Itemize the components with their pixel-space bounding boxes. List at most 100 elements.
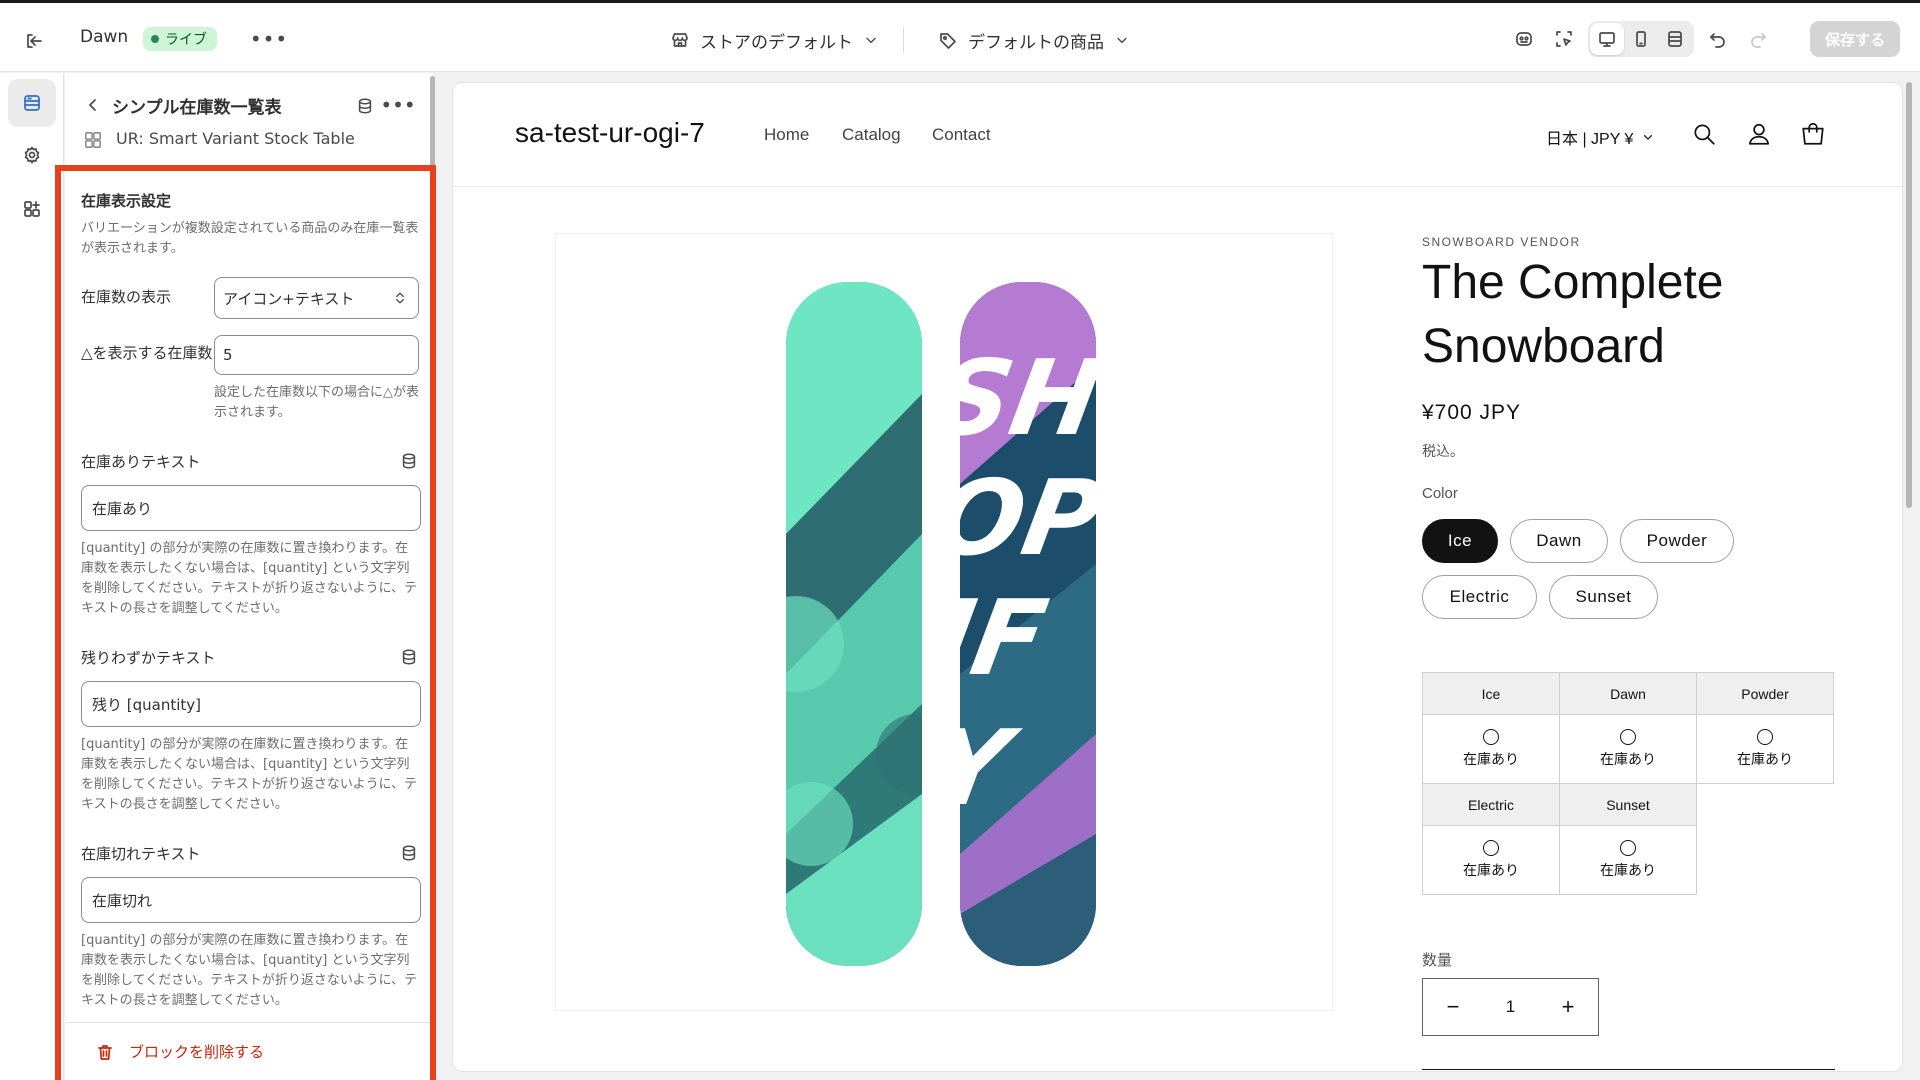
stock-header-sunset: Sunset: [1559, 783, 1697, 826]
database-icon[interactable]: [397, 449, 421, 473]
store-icon: [670, 30, 690, 50]
store-logo-text[interactable]: sa-test-ur-ogi-7: [515, 117, 705, 149]
editor-topbar: Dawn ライブ ••• ストアのデフォルト デフォルトの商品 保存する: [0, 0, 1920, 72]
threshold-help: 設定した在庫数以下の場合に△が表示されます。: [214, 385, 419, 420]
sections-icon[interactable]: [8, 79, 56, 127]
add-to-cart-button[interactable]: [1422, 1069, 1835, 1071]
inspector-icon[interactable]: [1548, 22, 1580, 56]
locale-label: 日本 | JPY ¥: [1546, 131, 1634, 148]
preview-scrollbar[interactable]: [1906, 82, 1912, 508]
color-pill-dawn[interactable]: Dawn: [1510, 519, 1608, 563]
fullscreen-icon[interactable]: [1658, 23, 1692, 55]
color-pill-sunset[interactable]: Sunset: [1549, 575, 1658, 619]
color-pill-electric[interactable]: Electric: [1422, 575, 1537, 619]
stock-status: 在庫あり: [1600, 751, 1656, 767]
stock-header-electric: Electric: [1422, 783, 1560, 826]
database-icon[interactable]: [352, 93, 378, 119]
product-image[interactable]: SH OP IF Y: [555, 233, 1333, 1011]
storefront-preview: sa-test-ur-ogi-7 Home Catalog Contact 日本…: [452, 82, 1903, 1072]
product-title: The Complete Snowboard: [1422, 256, 1724, 373]
out-stock-field-head: 在庫切れテキスト: [81, 841, 421, 865]
live-dot-icon: [151, 35, 159, 43]
stock-empty-cell: [1697, 784, 1834, 826]
cart-icon[interactable]: [1796, 117, 1830, 151]
product-vendor: SNOWBOARD VENDOR: [1422, 235, 1581, 249]
store-template-selector[interactable]: ストアのデフォルト: [670, 25, 879, 55]
app-block-icon: [83, 130, 103, 150]
color-pill-ice[interactable]: Ice: [1422, 519, 1498, 563]
tax-note: 税込。: [1422, 443, 1464, 459]
stock-cell-sunset: 在庫あり: [1559, 825, 1697, 895]
block-title: シンプル在庫数一覧表: [112, 98, 282, 118]
database-icon[interactable]: [397, 645, 421, 669]
section-description: バリエーションが複数設定されている商品のみ在庫一覧表が表示されます。: [81, 221, 419, 256]
variant-stock-table: Ice Dawn Powder 在庫あり 在庫あり 在庫あり Electric …: [1422, 672, 1834, 895]
exit-icon[interactable]: [20, 27, 48, 55]
product-template-label: デフォルトの商品: [968, 32, 1104, 53]
quantity-increase-button[interactable]: +: [1556, 994, 1580, 1020]
select-chevron-icon: [392, 290, 408, 306]
in-stock-circle-icon: [1620, 729, 1636, 745]
block-more-button[interactable]: •••: [380, 91, 415, 119]
back-arrow-icon[interactable]: [79, 91, 107, 119]
database-icon[interactable]: [397, 841, 421, 865]
in-stock-circle-icon: [1483, 840, 1499, 856]
threshold-row: △を表示する在庫数 5 設定した在庫数以下の場合に△が表示されます。: [81, 335, 421, 423]
mobile-view-icon[interactable]: [1624, 23, 1658, 55]
nav-contact[interactable]: Contact: [932, 125, 991, 145]
stock-cell-ice: 在庫あり: [1422, 714, 1560, 784]
quantity-decrease-button[interactable]: −: [1441, 994, 1465, 1020]
product-template-selector[interactable]: デフォルトの商品: [938, 25, 1130, 55]
in-stock-circle-icon: [1620, 840, 1636, 856]
chevron-down-icon: [1641, 130, 1655, 144]
stock-status: 在庫あり: [1463, 862, 1519, 878]
stock-status: 在庫あり: [1600, 862, 1656, 878]
panel-header: シンプル在庫数一覧表 ••• UR: Smart Variant Stock T…: [65, 73, 434, 165]
store-header: sa-test-ur-ogi-7 Home Catalog Contact 日本…: [453, 83, 1902, 187]
in-stock-text-input[interactable]: 在庫あり: [81, 485, 421, 531]
account-icon[interactable]: [1742, 117, 1776, 151]
low-stock-field-head: 残りわずかテキスト: [81, 645, 421, 669]
low-stock-text-input[interactable]: 残り [quantity]: [81, 681, 421, 727]
stock-empty-cell: [1697, 826, 1834, 895]
stock-display-value: アイコン+テキスト: [223, 289, 355, 308]
redo-icon[interactable]: [1742, 22, 1774, 56]
locale-selector[interactable]: 日本 | JPY ¥: [1546, 125, 1655, 149]
snowboard-image: SH OP IF Y: [786, 282, 1111, 966]
stock-status: 在庫あり: [1463, 751, 1519, 767]
search-icon[interactable]: [1687, 117, 1721, 151]
in-stock-label: 在庫ありテキスト: [81, 452, 201, 471]
stock-cell-dawn: 在庫あり: [1559, 714, 1697, 784]
quantity-input[interactable]: 1: [1506, 997, 1515, 1017]
stock-display-select[interactable]: アイコン+テキスト: [214, 277, 419, 319]
undo-icon[interactable]: [1702, 22, 1734, 56]
color-pill-powder[interactable]: Powder: [1620, 519, 1734, 563]
app-name: UR: Smart Variant Stock Table: [116, 129, 355, 148]
topbar-divider: [903, 27, 904, 53]
svg-text:OP: OP: [925, 458, 1111, 579]
out-stock-help: [quantity] の部分が実際の在庫数に置き換わります。在庫数を表示したくな…: [81, 933, 418, 1008]
save-button[interactable]: 保存する: [1810, 21, 1900, 57]
quantity-label: 数量: [1422, 952, 1453, 969]
nav-catalog[interactable]: Catalog: [842, 125, 901, 145]
tag-icon: [938, 30, 958, 50]
desktop-view-icon[interactable]: [1590, 23, 1624, 55]
theme-more-button[interactable]: •••: [250, 25, 287, 53]
settings-icon[interactable]: [8, 131, 56, 179]
apps-icon[interactable]: [8, 185, 56, 233]
quantity-stepper: − 1 +: [1422, 978, 1599, 1036]
live-status-badge: ライブ: [143, 27, 217, 51]
theme-name: Dawn: [80, 27, 129, 47]
topbar-tools: 保存する: [1508, 21, 1900, 57]
stock-status: 在庫あり: [1737, 751, 1793, 767]
delete-block-button[interactable]: ブロックを削除する: [65, 1022, 430, 1080]
out-stock-text-input[interactable]: 在庫切れ: [81, 877, 421, 923]
svg-text:IF: IF: [924, 578, 1055, 699]
sidekick-icon[interactable]: [1508, 22, 1540, 56]
threshold-input[interactable]: 5: [214, 335, 419, 375]
out-stock-label: 在庫切れテキスト: [81, 844, 201, 863]
in-stock-circle-icon: [1483, 729, 1499, 745]
nav-home[interactable]: Home: [764, 125, 809, 145]
chevron-down-icon: [1114, 32, 1130, 48]
in-stock-help: [quantity] の部分が実際の在庫数に置き換わります。在庫数を表示したくな…: [81, 541, 418, 616]
